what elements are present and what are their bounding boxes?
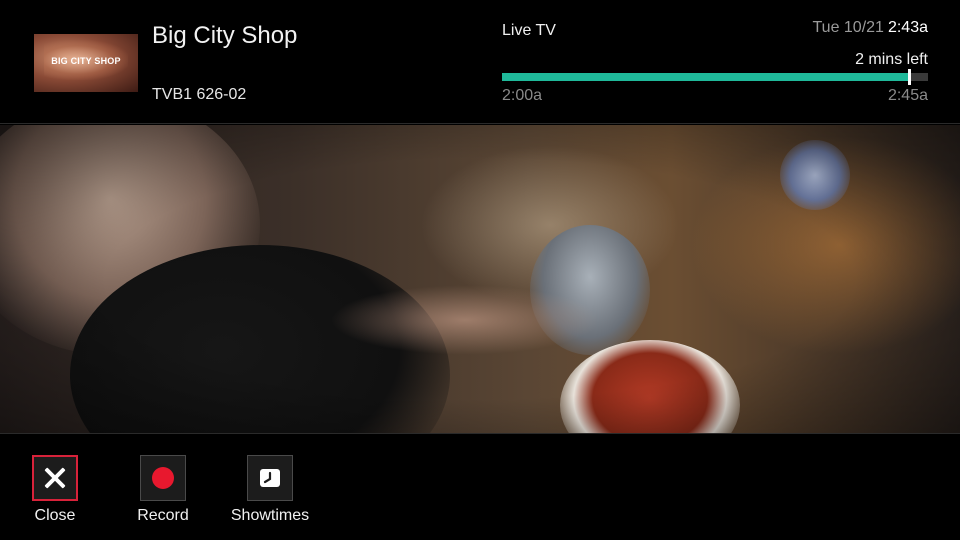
video-vignette bbox=[0, 125, 960, 433]
action-bar: Close Record Showtimes bbox=[0, 433, 960, 540]
progress-fill bbox=[502, 73, 909, 81]
viewing-mode: Live TV bbox=[502, 22, 556, 39]
showtimes-button[interactable]: Showtimes bbox=[225, 434, 315, 525]
close-button-box[interactable] bbox=[32, 455, 78, 501]
program-info-bar: BIG CITY SHOP Big City Shop TVB1 626-02 … bbox=[0, 0, 960, 124]
video-player[interactable] bbox=[0, 125, 960, 433]
record-button[interactable]: Record bbox=[118, 434, 208, 525]
close-button[interactable]: Close bbox=[10, 434, 100, 525]
program-progress-bar bbox=[502, 69, 928, 85]
program-title: Big City Shop bbox=[152, 22, 298, 49]
record-icon bbox=[152, 467, 174, 489]
close-icon bbox=[43, 466, 67, 490]
current-date: Tue 10/21 bbox=[812, 19, 884, 36]
program-start-time: 2:00a bbox=[502, 87, 543, 104]
time-remaining: 2 mins left bbox=[855, 51, 928, 68]
program-thumbnail: BIG CITY SHOP bbox=[34, 34, 138, 92]
program-end-time: 2:45a bbox=[887, 87, 928, 104]
close-button-label: Close bbox=[34, 507, 76, 524]
clock-icon bbox=[260, 469, 280, 487]
channel-number: TVB1 626-02 bbox=[152, 86, 247, 103]
progress-marker bbox=[907, 69, 911, 85]
showtimes-button-box[interactable] bbox=[247, 455, 293, 501]
record-button-box[interactable] bbox=[140, 455, 186, 501]
showtimes-button-label: Showtimes bbox=[230, 507, 310, 524]
current-datetime: Tue 10/21 2:43a bbox=[812, 19, 928, 37]
current-time: 2:43a bbox=[887, 19, 928, 36]
record-button-label: Record bbox=[137, 507, 189, 524]
thumbnail-logo-text: BIG CITY SHOP bbox=[51, 56, 121, 66]
